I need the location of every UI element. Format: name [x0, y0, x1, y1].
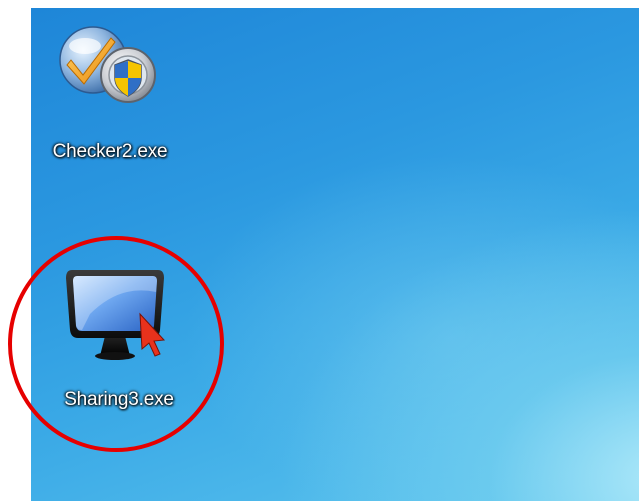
desktop-icon-label: Sharing3.exe: [64, 389, 174, 410]
desktop-icon-checker2[interactable]: Checker2.exe: [35, 20, 185, 163]
desktop-icon-sharing3[interactable]: Sharing3.exe: [44, 264, 194, 411]
desktop-background[interactable]: Checker2.exe Sharing3.exe: [31, 8, 639, 501]
screenshot-frame: Checker2.exe Sharing3.exe: [0, 0, 639, 501]
monitor-cursor-icon: [66, 270, 166, 360]
desktop-icon-label: Checker2.exe: [52, 141, 168, 162]
checker-shield-icon: [59, 26, 156, 103]
